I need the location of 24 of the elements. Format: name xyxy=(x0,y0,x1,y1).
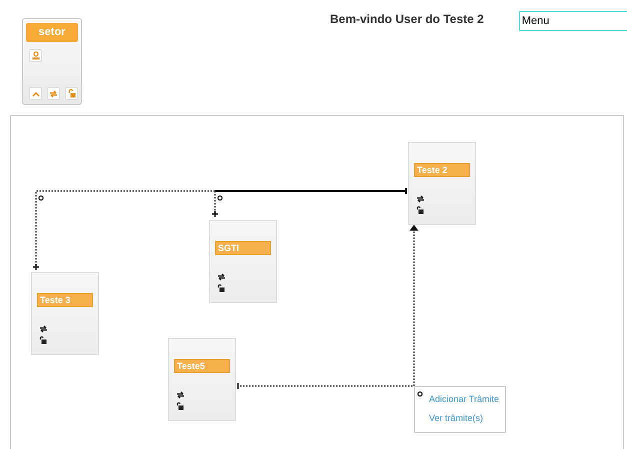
lock-icon[interactable] xyxy=(416,206,424,214)
node-card[interactable]: Teste5 xyxy=(168,338,236,421)
welcome-text: Bem-vindo User do Teste 2 xyxy=(330,12,484,26)
lock-icon[interactable] xyxy=(176,402,184,410)
node-card[interactable]: Teste 2 xyxy=(408,142,476,225)
palette-title[interactable]: setor xyxy=(26,23,78,42)
swap-arrows-icon[interactable] xyxy=(416,195,425,203)
node-label: Teste 3 xyxy=(37,293,93,307)
swap-arrows-icon[interactable] xyxy=(39,325,48,333)
node-card[interactable]: SGTI xyxy=(209,220,277,303)
menu-field[interactable]: Menu xyxy=(518,11,627,31)
connector-handle-icon[interactable] xyxy=(417,391,423,397)
menu-item[interactable]: Adicionar Trâmite xyxy=(429,394,505,404)
connector-handle-icon[interactable] xyxy=(217,195,223,201)
menu-item[interactable]: Ver trâmite(s) xyxy=(429,413,505,423)
node-card[interactable]: Teste 3 xyxy=(31,272,99,355)
lock-icon[interactable] xyxy=(39,336,47,344)
connector-handle-icon[interactable] xyxy=(38,195,44,201)
node-label: Teste 2 xyxy=(414,163,470,177)
node-label: SGTI xyxy=(215,241,271,255)
node-label: Teste5 xyxy=(174,359,230,373)
lock-icon[interactable] xyxy=(217,284,225,292)
swap-arrows-icon[interactable] xyxy=(217,273,226,281)
swap-arrows-icon[interactable] xyxy=(176,391,185,399)
